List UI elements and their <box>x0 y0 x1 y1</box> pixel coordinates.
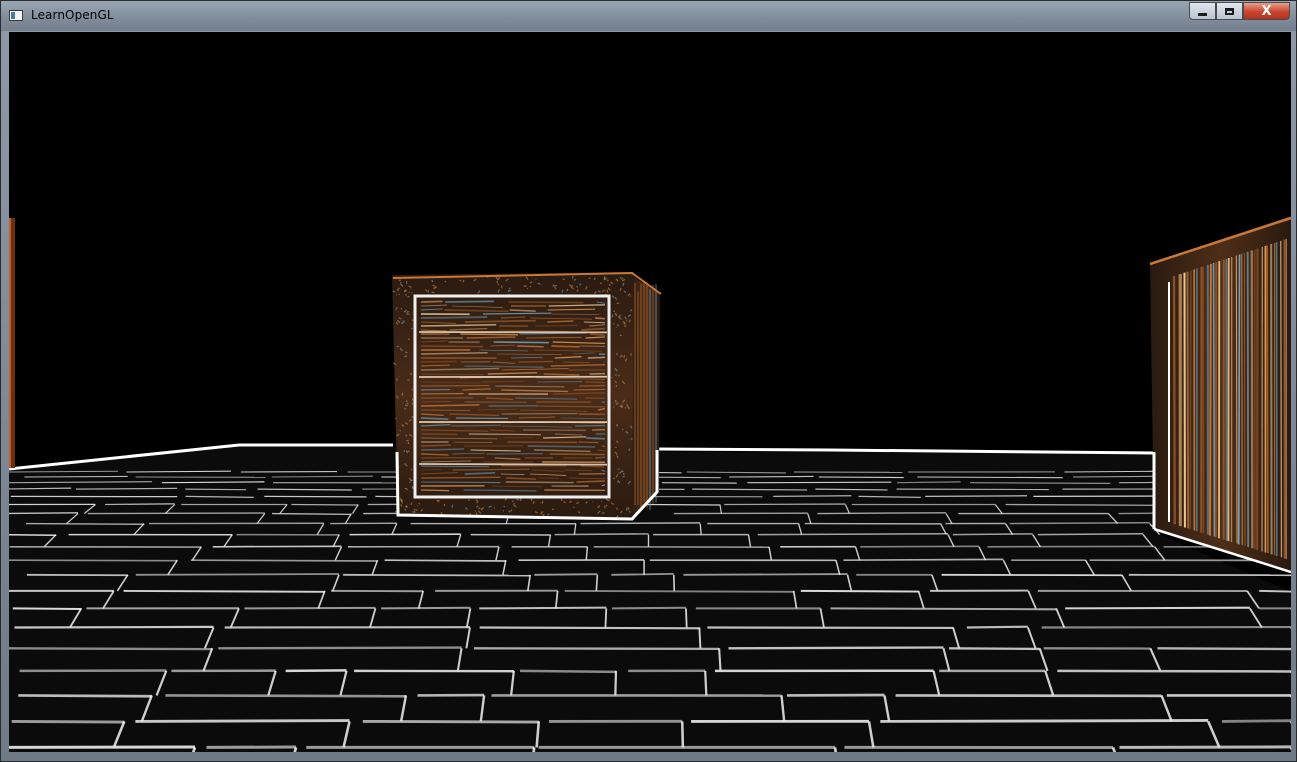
app-icon[interactable] <box>9 10 23 21</box>
close-button[interactable]: X <box>1243 2 1290 20</box>
maximize-icon <box>1225 7 1234 15</box>
crate-center <box>392 271 662 521</box>
minimize-button[interactable] <box>1189 2 1216 20</box>
title-bar[interactable]: LearnOpenGL X <box>1 1 1296 31</box>
close-icon: X <box>1261 3 1272 19</box>
minimize-icon <box>1198 12 1207 16</box>
maximize-button[interactable] <box>1216 2 1243 20</box>
window-title: LearnOpenGL <box>31 8 114 22</box>
crate-right-wall <box>1149 216 1291 574</box>
scene-canvas <box>9 216 1291 752</box>
render-viewport[interactable] <box>9 32 1291 752</box>
application-window: LearnOpenGL X <box>0 0 1297 762</box>
